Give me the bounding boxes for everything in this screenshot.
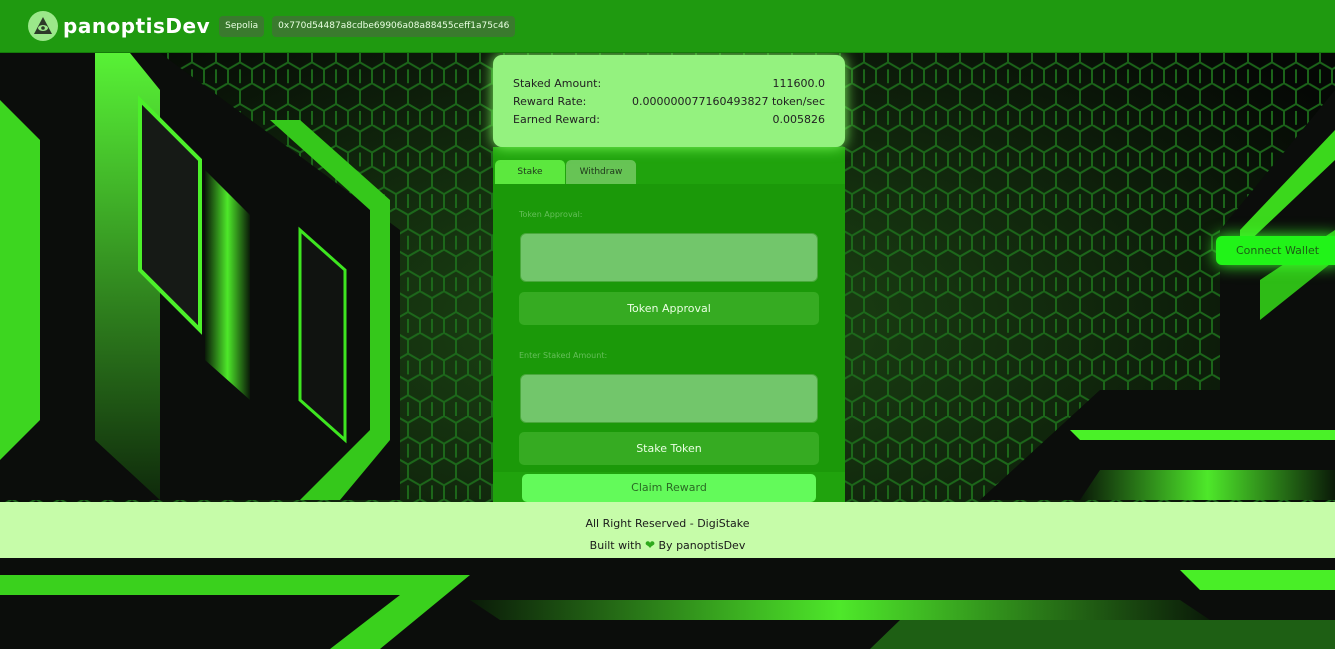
network-badge: Sepolia (219, 15, 265, 37)
heart-icon: ❤ (644, 538, 656, 552)
token-approval-button[interactable]: Token Approval (519, 292, 819, 325)
token-approval-label: Token Approval: (519, 210, 583, 219)
tab-stake[interactable]: Stake (495, 160, 565, 184)
top-navbar: panoptisDev Sepolia 0x770d54487a8cdbe699… (0, 0, 1335, 53)
earned-reward-row: Earned Reward: 0.005826 (513, 113, 825, 131)
reward-rate-label: Reward Rate: (513, 95, 587, 108)
reward-rate-value: 0.000000077160493827 token/sec (632, 95, 825, 108)
stake-panel: Stake Withdraw Token Approval: Token App… (493, 147, 845, 502)
tab-bar: Stake Withdraw (493, 160, 636, 184)
eye-logo-icon[interactable] (28, 11, 58, 41)
brand-name[interactable]: panoptisDev (63, 14, 210, 38)
stake-amount-input[interactable] (520, 374, 818, 423)
reward-rate-row: Reward Rate: 0.000000077160493827 token/… (513, 95, 825, 113)
stake-amount-label: Enter Staked Amount: (519, 351, 608, 360)
staking-stats-card: Staked Amount: 111600.0 Reward Rate: 0.0… (493, 55, 845, 147)
tab-withdraw[interactable]: Withdraw (566, 160, 636, 184)
footer-copyright: All Right Reserved - DigiStake (585, 517, 750, 530)
staked-amount-value: 111600.0 (772, 77, 826, 90)
footer-built-with: Built with (589, 539, 642, 552)
staked-amount-row: Staked Amount: 111600.0 (513, 77, 825, 95)
footer: All Right Reserved - DigiStake Built wit… (0, 502, 1335, 558)
earned-reward-label: Earned Reward: (513, 113, 600, 126)
stake-token-button[interactable]: Stake Token (519, 432, 819, 465)
wallet-address-badge: 0x770d54487a8cdbe69906a08a88455ceff1a75c… (272, 15, 516, 37)
footer-credits: Built with ❤ By panoptisDev (0, 538, 1335, 552)
staked-amount-label: Staked Amount: (513, 77, 602, 90)
footer-author: By panoptisDev (658, 539, 746, 552)
connect-wallet-button[interactable]: Connect Wallet (1216, 236, 1335, 265)
token-approval-input[interactable] (520, 233, 818, 282)
claim-reward-button[interactable]: Claim Reward (522, 474, 816, 502)
stake-form: Token Approval: Token Approval Enter Sta… (493, 184, 845, 472)
earned-reward-value: 0.005826 (772, 113, 826, 126)
